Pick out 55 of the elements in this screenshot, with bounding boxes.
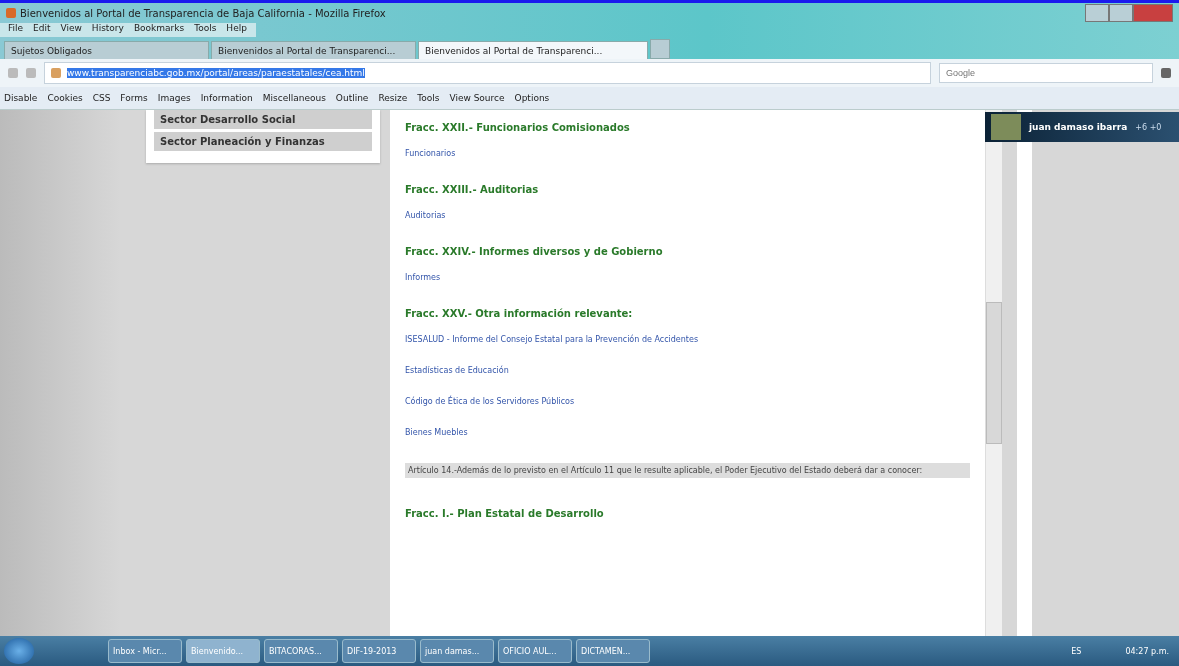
- taskbar-button[interactable]: Inbox - Micr...: [108, 639, 182, 663]
- taskbar-button[interactable]: DIF-19-2013: [342, 639, 416, 663]
- toolbar-menu[interactable]: Disable: [4, 93, 38, 103]
- section-heading: Fracc. XXIII.- Auditorias: [405, 184, 540, 195]
- section-heading: Fracc. I.- Plan Estatal de Desarrollo: [405, 508, 605, 519]
- document-link[interactable]: Informes: [405, 273, 441, 282]
- document-link[interactable]: Bienes Muebles: [405, 428, 468, 437]
- browser-tab[interactable]: Sujetos Obligados: [4, 41, 209, 59]
- search-field[interactable]: Google: [939, 63, 1153, 83]
- toolbar-menu[interactable]: Forms: [120, 93, 148, 103]
- article-note: Artículo 14.-Además de lo previsto en el Artículo 11 que le resulte aplicable, el Poder Ejecutivo del Estado deberá dar a conocer:: [405, 463, 970, 478]
- document-link[interactable]: Estadísticas de Educación: [405, 366, 509, 375]
- sidebar-item[interactable]: Sector Planeación y Finanzas: [154, 132, 372, 151]
- menu-item[interactable]: Tools: [194, 23, 217, 37]
- taskbar-button[interactable]: BITACORAS...: [264, 639, 338, 663]
- clock: 04:27 p.m.: [1125, 646, 1169, 656]
- menu-item[interactable]: History: [91, 23, 124, 37]
- profile-name: juan damaso ibarra: [1029, 122, 1128, 132]
- start-button[interactable]: [4, 638, 34, 664]
- window-title: Bienvenidos al Portal de Transparencia de Baja California - Mozilla Firefox: [20, 7, 386, 19]
- document-link[interactable]: ISESALUD - Informe del Consejo Estatal para la Prevención de Accidentes: [405, 335, 699, 344]
- taskbar-button[interactable]: DICTAMEN...: [576, 639, 650, 663]
- menu-item[interactable]: Bookmarks: [133, 23, 185, 37]
- menu-item[interactable]: View: [60, 23, 82, 37]
- toolbar-menu[interactable]: Miscellaneous: [262, 93, 326, 103]
- menu-item[interactable]: Edit: [33, 23, 51, 37]
- taskbar-button[interactable]: OFICIO AUL...: [498, 639, 572, 663]
- browser-tab[interactable]: Bienvenidos al Portal de Transparenci...: [418, 41, 648, 59]
- toolbar-menu[interactable]: View Source: [449, 93, 505, 103]
- menu-item[interactable]: File: [8, 23, 24, 37]
- taskbar-button[interactable]: juan damas...: [420, 639, 494, 663]
- section-heading: Fracc. XXII.- Funcionarios Comisionados: [405, 122, 631, 133]
- section-heading: Fracc. XXV.- Otra información relevante:: [405, 308, 634, 319]
- scrollbar-thumb[interactable]: [986, 302, 1002, 444]
- section-heading: Fracc. XXIV.- Informes diversos y de Gobierno: [405, 246, 664, 257]
- browser-tab[interactable]: Bienvenidos al Portal de Transparenci...: [211, 41, 416, 59]
- document-link[interactable]: Funcionarios: [405, 149, 456, 158]
- toolbar-menu[interactable]: Tools: [417, 93, 440, 103]
- toolbar-menu[interactable]: Cookies: [47, 93, 83, 103]
- toolbar-menu[interactable]: Outline: [335, 93, 369, 103]
- sidebar-item[interactable]: Sector Desarrollo Social: [154, 110, 372, 129]
- language-indicator[interactable]: ES: [1071, 646, 1082, 656]
- toolbar-menu[interactable]: Information: [200, 93, 253, 103]
- new-tab-button[interactable]: [650, 39, 670, 59]
- toolbar-menu[interactable]: Resize: [378, 93, 408, 103]
- toolbar-menu[interactable]: Images: [157, 93, 191, 103]
- minimize-button[interactable]: [1085, 4, 1109, 22]
- document-link[interactable]: Código de Ética de los Servidores Públicos: [405, 397, 575, 406]
- toolbar-menu[interactable]: CSS: [92, 93, 111, 103]
- maximize-button[interactable]: [1109, 4, 1133, 22]
- toolbar-menu[interactable]: Options: [514, 93, 550, 103]
- document-link[interactable]: Auditorias: [405, 211, 446, 220]
- profile-status: +6 +0: [1135, 122, 1162, 132]
- menu-item[interactable]: Help: [226, 23, 247, 37]
- address-field[interactable]: www.transparenciabc.gob.mx/portal/areas/paraestatales/cea.html: [44, 62, 931, 84]
